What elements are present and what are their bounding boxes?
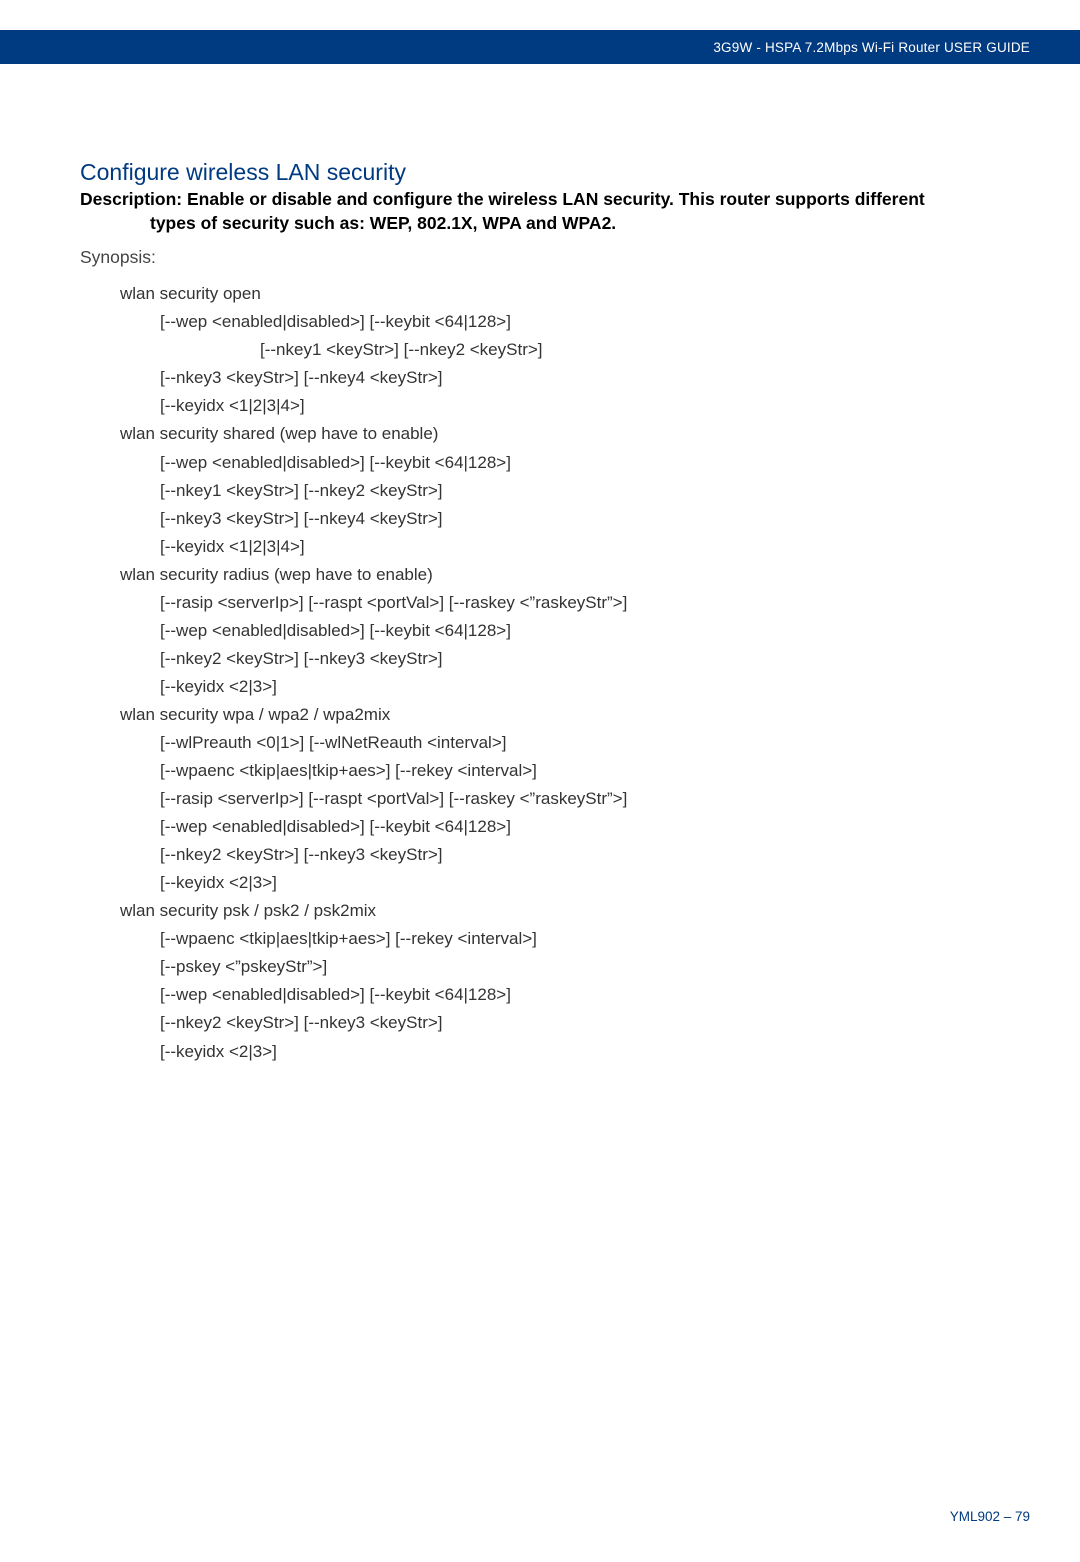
code-line: [--wpaenc <tkip|aes|tkip+aes>] [--rekey … <box>120 925 1000 953</box>
code-line: [--nkey2 <keyStr>] [--nkey3 <keyStr>] <box>120 645 1000 673</box>
code-line: [--nkey1 <keyStr>] [--nkey2 <keyStr>] <box>120 336 1000 364</box>
synopsis-code: wlan security open[--wep <enabled|disabl… <box>80 280 1000 1065</box>
code-line: [--wep <enabled|disabled>] [--keybit <64… <box>120 981 1000 1009</box>
code-line: wlan security wpa / wpa2 / wpa2mix <box>120 701 1000 729</box>
code-line: wlan security radius (wep have to enable… <box>120 561 1000 589</box>
code-line: [--nkey2 <keyStr>] [--nkey3 <keyStr>] <box>120 841 1000 869</box>
section-title: Configure wireless LAN security <box>80 159 1000 186</box>
code-line: [--wep <enabled|disabled>] [--keybit <64… <box>120 449 1000 477</box>
code-line: [--nkey3 <keyStr>] [--nkey4 <keyStr>] <box>120 505 1000 533</box>
description-line1: Enable or disable and configure the wire… <box>187 189 925 209</box>
code-line: [--wep <enabled|disabled>] [--keybit <64… <box>120 308 1000 336</box>
code-line: [--keyidx <1|2|3|4>] <box>120 533 1000 561</box>
code-line: [--rasip <serverIp>] [--raspt <portVal>]… <box>120 785 1000 813</box>
description-line2: types of security such as: WEP, 802.1X, … <box>80 212 1000 236</box>
code-line: [--wep <enabled|disabled>] [--keybit <64… <box>120 813 1000 841</box>
code-line: [--wpaenc <tkip|aes|tkip+aes>] [--rekey … <box>120 757 1000 785</box>
description-block: Description: Enable or disable and confi… <box>80 188 1000 235</box>
code-line: wlan security open <box>120 280 1000 308</box>
header-bar: 3G9W - HSPA 7.2Mbps Wi-Fi Router USER GU… <box>0 30 1080 64</box>
code-line: [--keyidx <1|2|3|4>] <box>120 392 1000 420</box>
code-line: [--pskey <”pskeyStr”>] <box>120 953 1000 981</box>
code-line: wlan security psk / psk2 / psk2mix <box>120 897 1000 925</box>
code-line: [--wep <enabled|disabled>] [--keybit <64… <box>120 617 1000 645</box>
code-line: [--keyidx <2|3>] <box>120 1038 1000 1066</box>
code-line: [--rasip <serverIp>] [--raspt <portVal>]… <box>120 589 1000 617</box>
code-line: [--keyidx <2|3>] <box>120 869 1000 897</box>
code-line: [--nkey3 <keyStr>] [--nkey4 <keyStr>] <box>120 364 1000 392</box>
description-label: Description: <box>80 189 182 209</box>
synopsis-label: Synopsis: <box>80 247 1000 268</box>
page-content: Configure wireless LAN security Descript… <box>0 64 1080 1066</box>
page-footer: YML902 – 79 <box>950 1509 1030 1524</box>
code-line: [--nkey1 <keyStr>] [--nkey2 <keyStr>] <box>120 477 1000 505</box>
code-line: [--nkey2 <keyStr>] [--nkey3 <keyStr>] <box>120 1009 1000 1037</box>
header-text: 3G9W - HSPA 7.2Mbps Wi-Fi Router USER GU… <box>713 40 1030 55</box>
code-line: wlan security shared (wep have to enable… <box>120 420 1000 448</box>
code-line: [--wlPreauth <0|1>] [--wlNetReauth <inte… <box>120 729 1000 757</box>
code-line: [--keyidx <2|3>] <box>120 673 1000 701</box>
